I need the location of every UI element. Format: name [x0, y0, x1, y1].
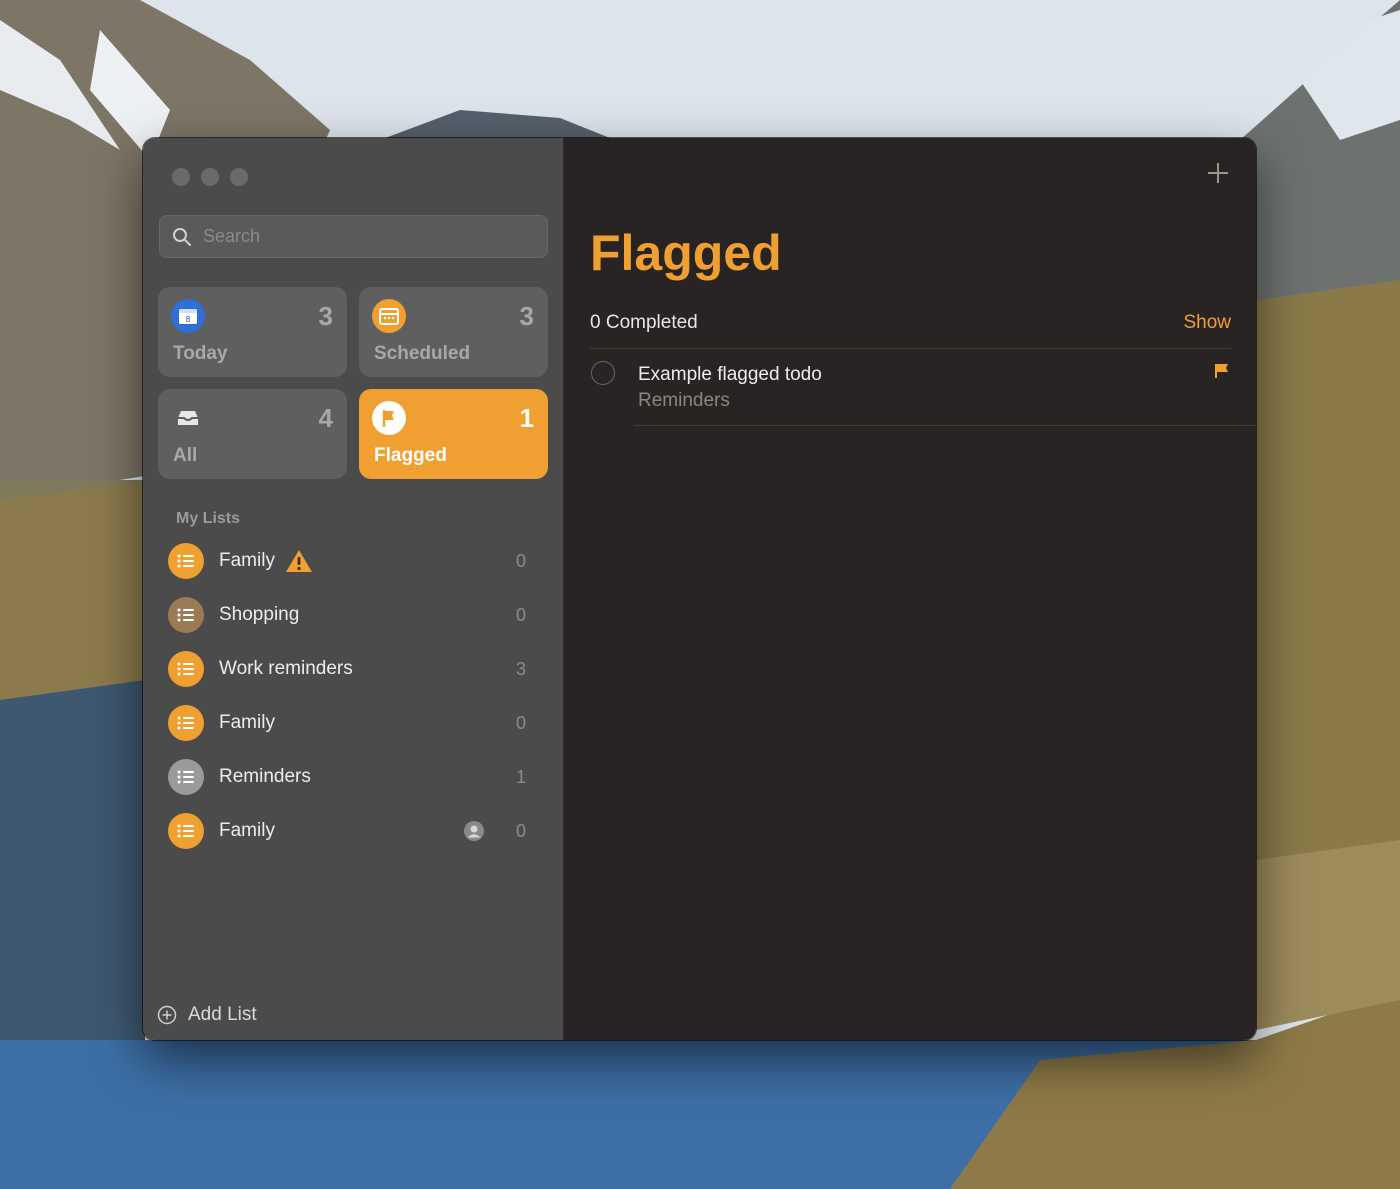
warning-icon: [285, 550, 312, 572]
add-list-label: Add List: [188, 1004, 257, 1025]
completed-row: 0 Completed Show: [590, 310, 1231, 349]
window-controls: [172, 168, 248, 186]
smart-list-today[interactable]: 8 3 Today: [158, 287, 347, 377]
tray-icon: [171, 401, 205, 435]
list-name: Family: [219, 550, 275, 571]
search-field[interactable]: [159, 215, 548, 258]
sidebar: 8 3 Today 3 Scheduled: [143, 138, 564, 1040]
minimize-window-button[interactable]: [201, 168, 219, 186]
all-label: All: [173, 445, 198, 466]
smart-list-flagged[interactable]: 1 Flagged: [359, 389, 548, 479]
list-bullet-icon: [168, 705, 204, 741]
flag-icon: [372, 401, 406, 435]
list-item-work-reminders[interactable]: Work reminders 3: [168, 647, 538, 691]
reminder-list-name: Reminders: [638, 390, 730, 411]
completed-count: 0 Completed: [590, 312, 698, 333]
list-count: 1: [515, 766, 526, 787]
list-item-family-1[interactable]: Family 0: [168, 539, 538, 583]
list-count: 0: [515, 550, 526, 571]
today-label: Today: [173, 343, 228, 364]
list-bullet-icon: [168, 813, 204, 849]
scheduled-label: Scheduled: [374, 343, 471, 364]
flag-icon: [1215, 364, 1228, 378]
list-count: 0: [515, 820, 526, 841]
divider: [634, 425, 1255, 426]
search-icon: [173, 227, 191, 246]
search-input[interactable]: [201, 225, 525, 248]
list-name: Family: [219, 712, 275, 733]
list-item-reminders[interactable]: Reminders 1: [168, 755, 538, 799]
list-bullet-icon: [168, 651, 204, 687]
list-item-shopping[interactable]: Shopping 0: [168, 593, 538, 637]
list-count: 3: [515, 658, 526, 679]
reminder-row[interactable]: Example flagged todo Reminders: [590, 356, 1255, 426]
page-title: Flagged: [590, 225, 782, 281]
plus-circle-icon: [157, 1005, 177, 1025]
my-lists-heading: My Lists: [176, 510, 241, 527]
main-pane: Flagged 0 Completed Show Example flagged…: [564, 138, 1256, 1040]
list-bullet-icon: [168, 759, 204, 795]
reminder-checkbox[interactable]: [591, 361, 615, 385]
list-name: Shopping: [219, 604, 300, 625]
all-count: 4: [318, 403, 333, 433]
scheduled-count: 3: [519, 301, 534, 331]
add-reminder-icon[interactable]: [1207, 162, 1229, 184]
zoom-window-button[interactable]: [230, 168, 248, 186]
reminders-window: 8 3 Today 3 Scheduled: [143, 138, 1256, 1040]
smart-list-all[interactable]: 4 All: [158, 389, 347, 479]
calendar-clock-icon: [372, 299, 406, 333]
list-bullet-icon: [168, 597, 204, 633]
list-count: 0: [515, 604, 526, 625]
list-name: Family: [219, 820, 275, 841]
flagged-count: 1: [519, 403, 534, 433]
reminder-title[interactable]: Example flagged todo: [638, 364, 822, 386]
show-completed-button[interactable]: Show: [1183, 312, 1231, 334]
list-name: Work reminders: [219, 658, 353, 679]
add-list-button[interactable]: Add List: [157, 1004, 257, 1026]
list-item-family-3[interactable]: Family 0: [168, 809, 538, 853]
today-count: 3: [318, 301, 333, 331]
list-name: Reminders: [219, 766, 311, 787]
svg-text:8: 8: [185, 315, 190, 324]
list-item-family-2[interactable]: Family 0: [168, 701, 538, 745]
list-count: 0: [515, 712, 526, 733]
list-bullet-icon: [168, 543, 204, 579]
flagged-label: Flagged: [374, 445, 447, 466]
calendar-icon: 8: [171, 299, 205, 333]
smart-list-scheduled[interactable]: 3 Scheduled: [359, 287, 548, 377]
close-window-button[interactable]: [172, 168, 190, 186]
shared-person-icon: [464, 821, 484, 841]
